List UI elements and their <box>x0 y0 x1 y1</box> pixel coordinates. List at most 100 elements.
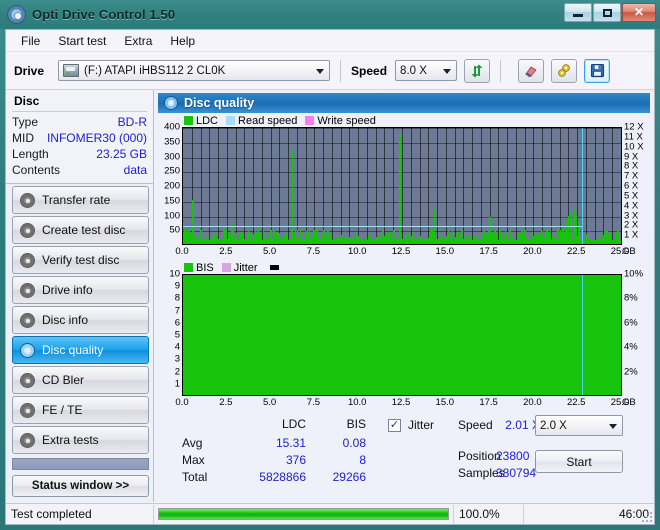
data-bar <box>439 369 441 395</box>
status-bar: Test completed 100.0% 46:00 <box>6 503 654 524</box>
data-bar <box>206 374 208 395</box>
panel-header: Disc quality <box>158 93 650 113</box>
data-bar <box>433 233 435 244</box>
minimize-button[interactable] <box>564 3 592 22</box>
data-bar <box>261 369 263 395</box>
sidebar-item-transfer-rate[interactable]: Transfer rate <box>12 186 149 214</box>
data-bar <box>369 380 371 395</box>
data-bar <box>378 239 380 244</box>
data-bar <box>408 233 410 244</box>
data-bar <box>458 234 460 244</box>
data-bar <box>196 386 198 395</box>
data-bar <box>522 386 524 395</box>
legend-swatch-read-speed <box>226 116 235 125</box>
data-bar <box>318 371 320 395</box>
bis-y-axis-left: 1 2 3 4 5 6 7 8 9 10 <box>158 274 182 396</box>
menu-help[interactable]: Help <box>161 32 204 50</box>
grid-line-horizontal <box>183 172 621 173</box>
data-bar <box>456 234 458 244</box>
y-tick-label-left: 1 <box>175 378 180 389</box>
position-marker <box>582 275 583 395</box>
window-title: Opti Drive Control 1.50 <box>32 7 175 22</box>
data-bar <box>381 386 383 395</box>
speed-select[interactable]: 8.0 X <box>395 60 457 81</box>
ldc-chart-legend: LDC Read speed Write speed <box>158 114 650 127</box>
data-bar <box>283 381 285 395</box>
start-button[interactable]: Start <box>535 450 623 473</box>
data-bar <box>291 229 293 244</box>
ldc-plot-area[interactable] <box>182 127 622 245</box>
data-bar <box>442 384 444 395</box>
resize-grip[interactable] <box>641 511 652 522</box>
drive-select[interactable]: (F:) ATAPI iHBS112 2 CL0K <box>58 60 330 81</box>
data-bar <box>190 233 192 244</box>
data-bar <box>545 383 547 395</box>
maximize-button[interactable] <box>593 3 621 22</box>
data-bar <box>517 370 519 395</box>
data-bar <box>338 240 340 244</box>
status-window-button[interactable]: Status window >> <box>12 475 149 497</box>
refresh-button[interactable] <box>464 59 490 83</box>
stats-header-ldc: LDC <box>246 417 306 431</box>
sidebar-item-label: Disc quality <box>42 343 103 357</box>
data-bar <box>221 238 223 244</box>
app-disc-icon <box>7 5 26 24</box>
sidebar-item-drive-info[interactable]: Drive info <box>12 276 149 304</box>
eraser-icon <box>523 63 539 79</box>
data-bar <box>237 385 239 395</box>
main-body: Disc Type BD-R MID INFOMER30 (000) Lengt… <box>6 90 654 502</box>
sidebar-item-create-test-disc[interactable]: Create test disc <box>12 216 149 244</box>
y-tick-label-left: 300 <box>164 151 180 162</box>
data-bar <box>510 236 512 244</box>
data-bar <box>280 376 282 395</box>
x-tick-label: 0.0 <box>175 246 188 257</box>
toolbar: Drive (F:) ATAPI iHBS112 2 CL0K Speed 8.… <box>6 52 654 90</box>
tools-icon <box>556 63 572 79</box>
x-tick-label: 12.5 <box>392 246 411 257</box>
settings-button[interactable] <box>551 59 577 83</box>
menu-file[interactable]: File <box>12 32 49 50</box>
clear-button[interactable] <box>518 59 544 83</box>
sidebar-item-cd-bler[interactable]: CD Bler <box>12 366 149 394</box>
data-bar <box>466 235 468 244</box>
data-bar <box>431 375 433 395</box>
grid-line-horizontal <box>183 217 621 218</box>
data-bar <box>186 230 188 244</box>
data-bar <box>412 384 414 395</box>
chevron-down-icon <box>609 424 617 429</box>
jitter-checkbox[interactable]: ✓ <box>388 419 401 432</box>
data-bar <box>363 237 365 244</box>
menu-start-test[interactable]: Start test <box>49 32 115 50</box>
save-button[interactable] <box>584 59 610 83</box>
data-bar <box>353 240 355 244</box>
x-tick-label: 2.5 <box>219 397 232 408</box>
data-bar <box>495 240 497 244</box>
disc-icon <box>20 193 35 208</box>
disc-panel-title: Disc <box>12 92 147 111</box>
sidebar-item-disc-info[interactable]: Disc info <box>12 306 149 334</box>
data-bar <box>260 233 262 244</box>
data-bar <box>321 233 323 244</box>
close-button[interactable]: ✕ <box>622 3 656 22</box>
menu-extra[interactable]: Extra <box>115 32 161 50</box>
sidebar-item-fe-te[interactable]: FE / TE <box>12 396 149 424</box>
stats-max-ldc: 376 <box>246 453 306 467</box>
data-bar <box>256 372 258 395</box>
speed-select-value: 8.0 X <box>400 65 427 77</box>
test-speed-select[interactable]: 2.0 X <box>535 415 623 436</box>
data-bar <box>401 369 403 395</box>
y-tick-label-left: 3 <box>175 354 180 365</box>
stats-label-speed: Speed <box>458 418 493 432</box>
data-bar <box>210 240 212 244</box>
stats-avg-bis: 0.08 <box>310 436 366 450</box>
sidebar-item-extra-tests[interactable]: Extra tests <box>12 426 149 454</box>
data-bar <box>589 231 591 244</box>
sidebar-item-verify-test-disc[interactable]: Verify test disc <box>12 246 149 274</box>
progress-bar-fill <box>159 509 448 519</box>
grid-line-horizontal <box>183 158 621 159</box>
sidebar-item-disc-quality[interactable]: Disc quality <box>12 336 149 364</box>
bis-plot-area[interactable] <box>182 274 622 396</box>
data-bar <box>486 384 488 395</box>
data-bar <box>536 382 538 395</box>
data-bar <box>506 372 508 395</box>
